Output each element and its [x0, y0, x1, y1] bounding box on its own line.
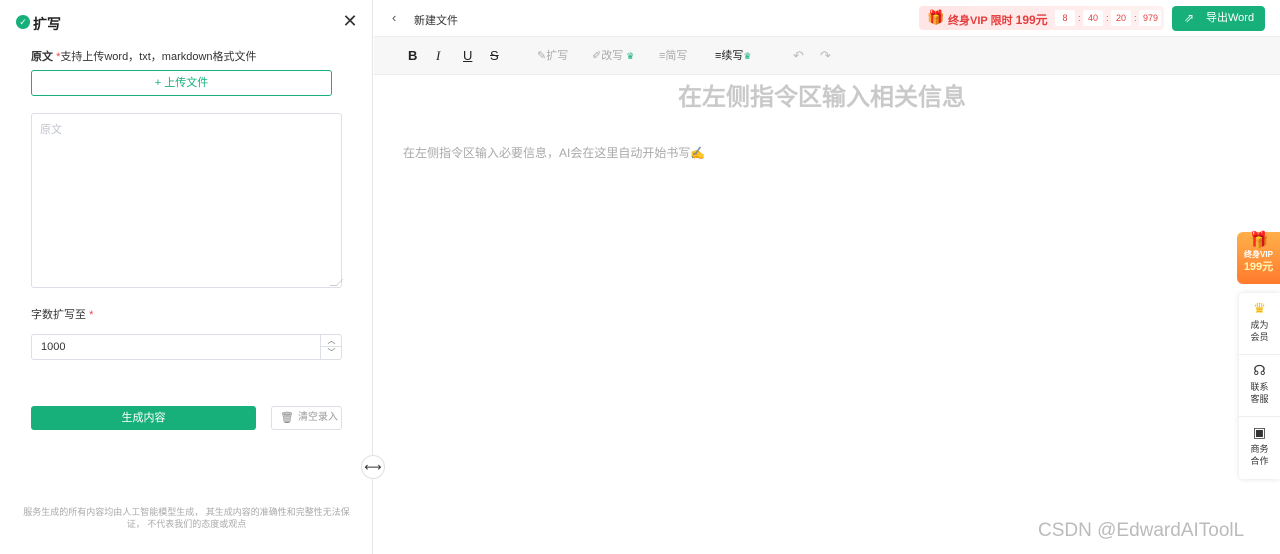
countdown-hours: 8	[1055, 10, 1075, 26]
side-item-label: 联系客服	[1250, 382, 1269, 404]
underline-button[interactable]: U	[463, 48, 472, 64]
vip-float-label: 终身VIP	[1244, 250, 1273, 259]
become-member-button[interactable]: ♛ 成为会员	[1239, 293, 1280, 355]
rewrite-icon: ✐	[592, 50, 602, 62]
stepper-down-icon[interactable]: ﹀	[321, 347, 342, 359]
crown-icon: ♛	[1253, 300, 1266, 316]
required-mark: *	[89, 309, 94, 321]
countdown-seconds: 20	[1111, 10, 1131, 26]
gift-icon: 🎁	[927, 9, 945, 25]
word-count-label-text: 字数扩写至	[31, 309, 86, 321]
bold-button[interactable]: B	[408, 48, 417, 64]
trash-icon: 🗑	[280, 412, 294, 424]
back-icon[interactable]: ‹	[392, 10, 396, 25]
vip-float-price: 199元	[1243, 261, 1274, 273]
panel-resize-handle-icon[interactable]: ⟷	[361, 455, 385, 479]
left-panel: ✓ 扩写 ✕ 原文 *支持上传word，txt，markdown格式文件 + 上…	[0, 0, 373, 554]
expand-action-label: 扩写	[546, 50, 569, 62]
word-count-input[interactable]	[32, 335, 320, 359]
countdown-millis: 979	[1139, 10, 1161, 26]
editor-header: ‹ 新建文件 🎁 终身VIP 限时 199元 8 : 40 : 20 : 979…	[374, 0, 1280, 37]
crown-icon: ♛	[743, 51, 752, 61]
export-button-label: 导出Word	[1206, 12, 1255, 24]
vip-float-badge[interactable]: 🎁 终身VIP 199元	[1237, 232, 1280, 284]
left-panel-header: ✓ 扩写 ✕	[0, 0, 373, 44]
side-toolbar: ♛ 成为会员 ☊ 联系客服 ▣ 商务合作	[1239, 293, 1280, 479]
countdown-sep: :	[1134, 13, 1137, 23]
rewrite-action[interactable]: ✐改写 ♛	[592, 49, 634, 63]
editor-toolbar: B I U S ✎扩写 ✐改写 ♛ ≡简写 ≡续写♛ ↶ ↷	[374, 37, 1280, 75]
side-item-label: 成为会员	[1250, 320, 1269, 342]
stepper-up-icon[interactable]: ︿	[321, 335, 342, 347]
countdown-sep: :	[1078, 13, 1081, 23]
strikethrough-button[interactable]: S	[490, 48, 499, 64]
contact-support-button[interactable]: ☊ 联系客服	[1239, 355, 1280, 417]
editor-placeholder[interactable]: 在左侧指令区输入必要信息，AI会在这里自动开始书写✍️	[403, 144, 705, 161]
word-count-label: 字数扩写至 *	[31, 306, 93, 322]
watermark: CSDN @EdwardAIToolL	[1038, 520, 1245, 541]
vip-promo-banner[interactable]: 🎁 终身VIP 限时 199元 8 : 40 : 20 : 979	[919, 6, 1164, 30]
document-title: 新建文件	[414, 15, 458, 27]
italic-button[interactable]: I	[436, 48, 440, 64]
source-label-text: 原文	[31, 51, 53, 63]
expand-action[interactable]: ✎扩写	[537, 49, 568, 63]
redo-icon[interactable]: ↷	[820, 48, 831, 64]
vip-promo-text: 终身VIP 限时 199元	[948, 11, 1048, 28]
gift-icon: 🎁	[1248, 232, 1269, 249]
undo-icon[interactable]: ↶	[793, 48, 804, 64]
vip-promo-price: 199元	[1015, 13, 1048, 27]
vip-promo-label: 终身VIP 限时	[948, 15, 1013, 27]
source-textarea[interactable]	[31, 113, 342, 288]
crown-icon: ♛	[626, 51, 635, 61]
simplify-action-label: 简写	[665, 50, 688, 62]
continue-action-label: 续写	[721, 50, 744, 62]
briefcase-icon: ▣	[1252, 424, 1267, 440]
export-icon: ⇗	[1184, 11, 1195, 25]
quantity-stepper: ︿ ﹀	[320, 335, 342, 359]
panel-title: 扩写	[33, 16, 61, 32]
generate-button[interactable]: 生成内容	[31, 406, 256, 430]
rewrite-action-label: 改写	[601, 50, 624, 62]
export-word-button[interactable]: ⇗ 导出Word	[1172, 6, 1265, 31]
upload-file-button[interactable]: + 上传文件	[31, 70, 332, 96]
editor-title: 在左侧指令区输入相关信息	[678, 84, 966, 111]
word-count-field: ︿ ﹀	[31, 334, 342, 360]
source-label: 原文 *支持上传word，txt，markdown格式文件	[31, 48, 257, 64]
clear-input-button[interactable]: 🗑 清空录入	[271, 406, 342, 430]
side-item-label: 商务合作	[1250, 444, 1269, 466]
logo-icon: ✓	[16, 15, 30, 29]
close-icon[interactable]: ✕	[342, 11, 358, 31]
disclaimer-text: 服务生成的所有内容均由人工智能模型生成， 其生成内容的准确性和完整性无法保证， …	[23, 507, 350, 529]
countdown-sep: :	[1106, 13, 1109, 23]
business-cooperation-button[interactable]: ▣ 商务合作	[1239, 417, 1280, 479]
countdown-minutes: 40	[1083, 10, 1103, 26]
clear-button-label: 清空录入	[298, 412, 338, 423]
source-hint: 支持上传word，txt，markdown格式文件	[60, 51, 257, 63]
expand-icon: ✎	[537, 50, 547, 62]
continue-action[interactable]: ≡续写♛	[715, 49, 752, 63]
headset-icon: ☊	[1253, 362, 1266, 378]
simplify-action[interactable]: ≡简写	[659, 49, 687, 63]
